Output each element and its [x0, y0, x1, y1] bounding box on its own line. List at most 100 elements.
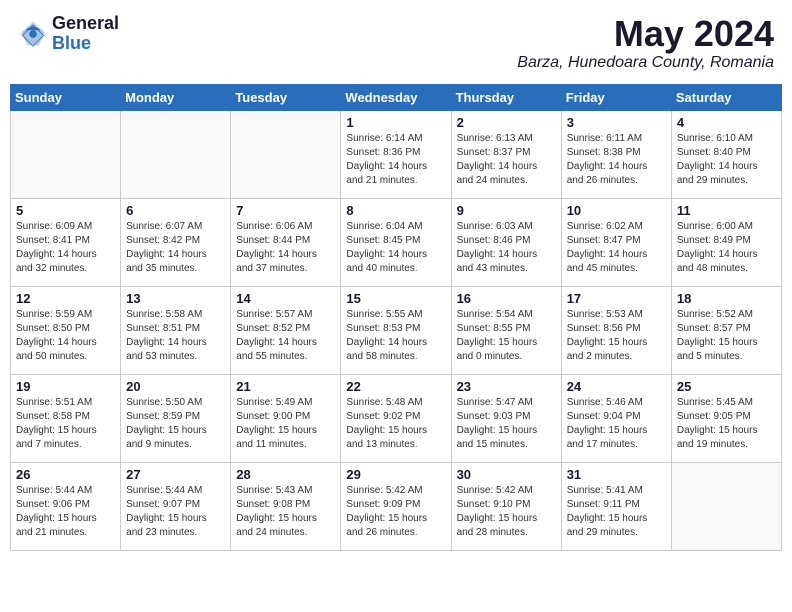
week-row-1: 1 Sunrise: 6:14 AM Sunset: 8:36 PM Daylig… — [11, 110, 782, 198]
day-number: 21 — [236, 379, 335, 394]
calendar-cell: 2 Sunrise: 6:13 AM Sunset: 8:37 PM Daylig… — [451, 110, 561, 198]
calendar-cell: 15Sunrise: 5:55 AM Sunset: 8:53 PM Dayli… — [341, 286, 451, 374]
day-number: 8 — [346, 203, 445, 218]
calendar-cell: 28Sunrise: 5:43 AM Sunset: 9:08 PM Dayli… — [231, 462, 341, 550]
day-number: 3 — [567, 115, 666, 130]
weekday-header-sunday: Sunday — [11, 84, 121, 110]
calendar-body: 1 Sunrise: 6:14 AM Sunset: 8:36 PM Daylig… — [11, 110, 782, 550]
day-number: 28 — [236, 467, 335, 482]
calendar-cell — [121, 110, 231, 198]
calendar-cell: 6 Sunrise: 6:07 AM Sunset: 8:42 PM Daylig… — [121, 198, 231, 286]
calendar-cell: 27Sunrise: 5:44 AM Sunset: 9:07 PM Dayli… — [121, 462, 231, 550]
day-number: 10 — [567, 203, 666, 218]
calendar-cell: 4Sunrise: 6:10 AM Sunset: 8:40 PM Daylig… — [671, 110, 781, 198]
calendar-cell: 16 Sunrise: 5:54 AM Sunset: 8:55 PM Dayli… — [451, 286, 561, 374]
day-number: 12 — [16, 291, 115, 306]
week-row-5: 26Sunrise: 5:44 AM Sunset: 9:06 PM Dayli… — [11, 462, 782, 550]
calendar-cell: 31Sunrise: 5:41 AM Sunset: 9:11 PM Dayli… — [561, 462, 671, 550]
calendar-cell: 5Sunrise: 6:09 AM Sunset: 8:41 PM Daylig… — [11, 198, 121, 286]
weekday-header-wednesday: Wednesday — [341, 84, 451, 110]
calendar-cell — [231, 110, 341, 198]
day-info: Sunrise: 5:48 AM Sunset: 9:02 PM Dayligh… — [346, 396, 445, 452]
day-info: Sunrise: 5:52 AM Sunset: 8:57 PM Dayligh… — [677, 308, 776, 364]
day-number: 31 — [567, 467, 666, 482]
day-number: 23 — [457, 379, 556, 394]
day-info: Sunrise: 5:54 AM Sunset: 8:55 PM Dayligh… — [457, 308, 556, 364]
calendar-cell: 11 Sunrise: 6:00 AM Sunset: 8:49 PM Dayli… — [671, 198, 781, 286]
calendar-cell: 3 Sunrise: 6:11 AM Sunset: 8:38 PM Daylig… — [561, 110, 671, 198]
day-info: Sunrise: 5:47 AM Sunset: 9:03 PM Dayligh… — [457, 396, 556, 452]
day-info: Sunrise: 5:50 AM Sunset: 8:59 PM Dayligh… — [126, 396, 225, 452]
day-info: Sunrise: 5:42 AM Sunset: 9:09 PM Dayligh… — [346, 484, 445, 540]
day-info: Sunrise: 6:11 AM Sunset: 8:38 PM Dayligh… — [567, 132, 666, 188]
day-info: Sunrise: 5:44 AM Sunset: 9:07 PM Dayligh… — [126, 484, 225, 540]
day-number: 29 — [346, 467, 445, 482]
weekday-header-saturday: Saturday — [671, 84, 781, 110]
day-number: 1 — [346, 115, 445, 130]
calendar-cell: 21Sunrise: 5:49 AM Sunset: 9:00 PM Dayli… — [231, 374, 341, 462]
calendar-cell: 12 Sunrise: 5:59 AM Sunset: 8:50 PM Dayli… — [11, 286, 121, 374]
calendar-cell: 23 Sunrise: 5:47 AM Sunset: 9:03 PM Dayli… — [451, 374, 561, 462]
logo-icon — [18, 19, 48, 49]
day-info: Sunrise: 6:13 AM Sunset: 8:37 PM Dayligh… — [457, 132, 556, 188]
calendar-cell — [11, 110, 121, 198]
day-number: 18 — [677, 291, 776, 306]
logo: General Blue — [18, 14, 119, 54]
calendar-header: SundayMondayTuesdayWednesdayThursdayFrid… — [11, 84, 782, 110]
day-number: 5 — [16, 203, 115, 218]
day-info: Sunrise: 5:58 AM Sunset: 8:51 PM Dayligh… — [126, 308, 225, 364]
logo-text: General Blue — [52, 14, 119, 54]
day-info: Sunrise: 6:04 AM Sunset: 8:45 PM Dayligh… — [346, 220, 445, 276]
calendar-cell: 29 Sunrise: 5:42 AM Sunset: 9:09 PM Dayli… — [341, 462, 451, 550]
day-info: Sunrise: 5:42 AM Sunset: 9:10 PM Dayligh… — [457, 484, 556, 540]
day-number: 11 — [677, 203, 776, 218]
day-number: 13 — [126, 291, 225, 306]
calendar-cell: 18 Sunrise: 5:52 AM Sunset: 8:57 PM Dayli… — [671, 286, 781, 374]
calendar-cell: 19Sunrise: 5:51 AM Sunset: 8:58 PM Dayli… — [11, 374, 121, 462]
day-info: Sunrise: 6:06 AM Sunset: 8:44 PM Dayligh… — [236, 220, 335, 276]
calendar-cell: 9 Sunrise: 6:03 AM Sunset: 8:46 PM Daylig… — [451, 198, 561, 286]
day-number: 7 — [236, 203, 335, 218]
day-number: 25 — [677, 379, 776, 394]
day-number: 20 — [126, 379, 225, 394]
calendar-cell: 8 Sunrise: 6:04 AM Sunset: 8:45 PM Daylig… — [341, 198, 451, 286]
day-info: Sunrise: 6:10 AM Sunset: 8:40 PM Dayligh… — [677, 132, 776, 188]
day-info: Sunrise: 5:53 AM Sunset: 8:56 PM Dayligh… — [567, 308, 666, 364]
week-row-4: 19Sunrise: 5:51 AM Sunset: 8:58 PM Dayli… — [11, 374, 782, 462]
day-number: 6 — [126, 203, 225, 218]
calendar-cell: 25 Sunrise: 5:45 AM Sunset: 9:05 PM Dayli… — [671, 374, 781, 462]
day-number: 16 — [457, 291, 556, 306]
day-number: 2 — [457, 115, 556, 130]
day-info: Sunrise: 6:03 AM Sunset: 8:46 PM Dayligh… — [457, 220, 556, 276]
calendar-cell: 10Sunrise: 6:02 AM Sunset: 8:47 PM Dayli… — [561, 198, 671, 286]
day-info: Sunrise: 5:51 AM Sunset: 8:58 PM Dayligh… — [16, 396, 115, 452]
day-number: 14 — [236, 291, 335, 306]
calendar-cell: 30Sunrise: 5:42 AM Sunset: 9:10 PM Dayli… — [451, 462, 561, 550]
week-row-2: 5Sunrise: 6:09 AM Sunset: 8:41 PM Daylig… — [11, 198, 782, 286]
day-info: Sunrise: 5:46 AM Sunset: 9:04 PM Dayligh… — [567, 396, 666, 452]
day-number: 22 — [346, 379, 445, 394]
day-number: 9 — [457, 203, 556, 218]
day-info: Sunrise: 6:00 AM Sunset: 8:49 PM Dayligh… — [677, 220, 776, 276]
location-title: Barza, Hunedoara County, Romania — [517, 54, 774, 72]
day-info: Sunrise: 6:07 AM Sunset: 8:42 PM Dayligh… — [126, 220, 225, 276]
calendar-cell: 13 Sunrise: 5:58 AM Sunset: 8:51 PM Dayli… — [121, 286, 231, 374]
day-info: Sunrise: 5:59 AM Sunset: 8:50 PM Dayligh… — [16, 308, 115, 364]
weekday-header-row: SundayMondayTuesdayWednesdayThursdayFrid… — [11, 84, 782, 110]
calendar-cell: 22 Sunrise: 5:48 AM Sunset: 9:02 PM Dayli… — [341, 374, 451, 462]
weekday-header-friday: Friday — [561, 84, 671, 110]
calendar-cell — [671, 462, 781, 550]
day-info: Sunrise: 5:45 AM Sunset: 9:05 PM Dayligh… — [677, 396, 776, 452]
day-info: Sunrise: 5:55 AM Sunset: 8:53 PM Dayligh… — [346, 308, 445, 364]
calendar-cell: 20 Sunrise: 5:50 AM Sunset: 8:59 PM Dayli… — [121, 374, 231, 462]
day-number: 26 — [16, 467, 115, 482]
week-row-3: 12 Sunrise: 5:59 AM Sunset: 8:50 PM Dayli… — [11, 286, 782, 374]
weekday-header-monday: Monday — [121, 84, 231, 110]
calendar-cell: 7 Sunrise: 6:06 AM Sunset: 8:44 PM Daylig… — [231, 198, 341, 286]
day-info: Sunrise: 5:57 AM Sunset: 8:52 PM Dayligh… — [236, 308, 335, 364]
logo-blue: Blue — [52, 34, 119, 54]
day-info: Sunrise: 6:14 AM Sunset: 8:36 PM Dayligh… — [346, 132, 445, 188]
page-header: General Blue May 2024 Barza, Hunedoara C… — [10, 10, 782, 76]
title-block: May 2024 Barza, Hunedoara County, Romani… — [517, 14, 774, 72]
logo-general: General — [52, 14, 119, 34]
